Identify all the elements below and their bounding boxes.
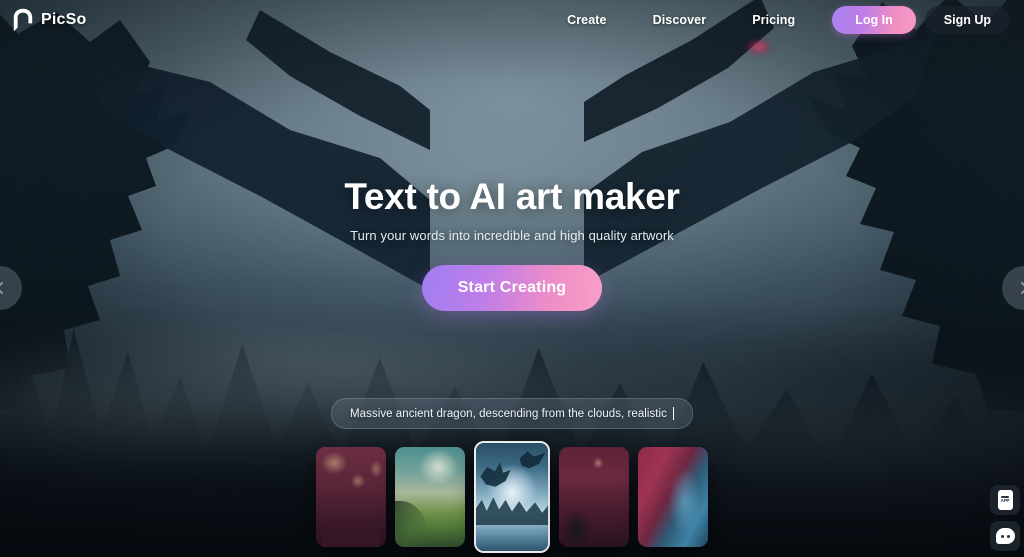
page-root: PicSo Create Discover Pricing Log In Sig…	[0, 0, 1024, 557]
chevron-left-icon	[0, 282, 3, 294]
thumbnail-item-4[interactable]	[559, 447, 629, 547]
nav-link-discover[interactable]: Discover	[630, 7, 730, 33]
nav-links-group: Create Discover Pricing Log In Sign Up	[544, 6, 1010, 34]
cta-wrapper: Start Creating	[0, 265, 1024, 311]
thumbnail-art	[476, 443, 548, 551]
app-download-button[interactable]: APP	[990, 485, 1020, 515]
start-creating-button[interactable]: Start Creating	[421, 265, 603, 311]
thumbnail-art	[395, 447, 465, 547]
text-caret	[672, 407, 674, 420]
thumbnail-item-1[interactable]	[316, 447, 386, 547]
floating-widgets: APP	[990, 485, 1020, 551]
ghost-logo-icon	[13, 8, 33, 32]
chat-support-button[interactable]	[990, 521, 1020, 551]
thumbnail-art	[559, 447, 629, 547]
thumbnail-item-3-selected[interactable]	[474, 441, 550, 553]
top-navigation-bar: PicSo Create Discover Pricing Log In Sig…	[0, 0, 1024, 40]
prompt-input[interactable]: Massive ancient dragon, descending from …	[331, 398, 693, 429]
nav-link-pricing[interactable]: Pricing	[729, 7, 818, 33]
brand-logo[interactable]: PicSo	[12, 8, 86, 32]
nav-link-create[interactable]: Create	[544, 7, 630, 33]
thumbnail-carousel	[316, 441, 708, 553]
brand-name: PicSo	[41, 11, 87, 28]
app-icon-label: APP	[1000, 498, 1010, 504]
prompt-text: Massive ancient dragon, descending from …	[350, 407, 667, 420]
thumbnail-art	[638, 447, 708, 547]
chevron-right-icon	[1021, 282, 1024, 294]
app-download-icon: APP	[997, 490, 1013, 510]
thumbnail-item-2[interactable]	[395, 447, 465, 547]
signup-button[interactable]: Sign Up	[924, 6, 1010, 34]
chat-bubble-icon	[995, 528, 1015, 544]
thumbnail-item-5[interactable]	[638, 447, 708, 547]
login-button[interactable]: Log In	[832, 6, 916, 34]
thumbnail-art	[316, 447, 386, 547]
